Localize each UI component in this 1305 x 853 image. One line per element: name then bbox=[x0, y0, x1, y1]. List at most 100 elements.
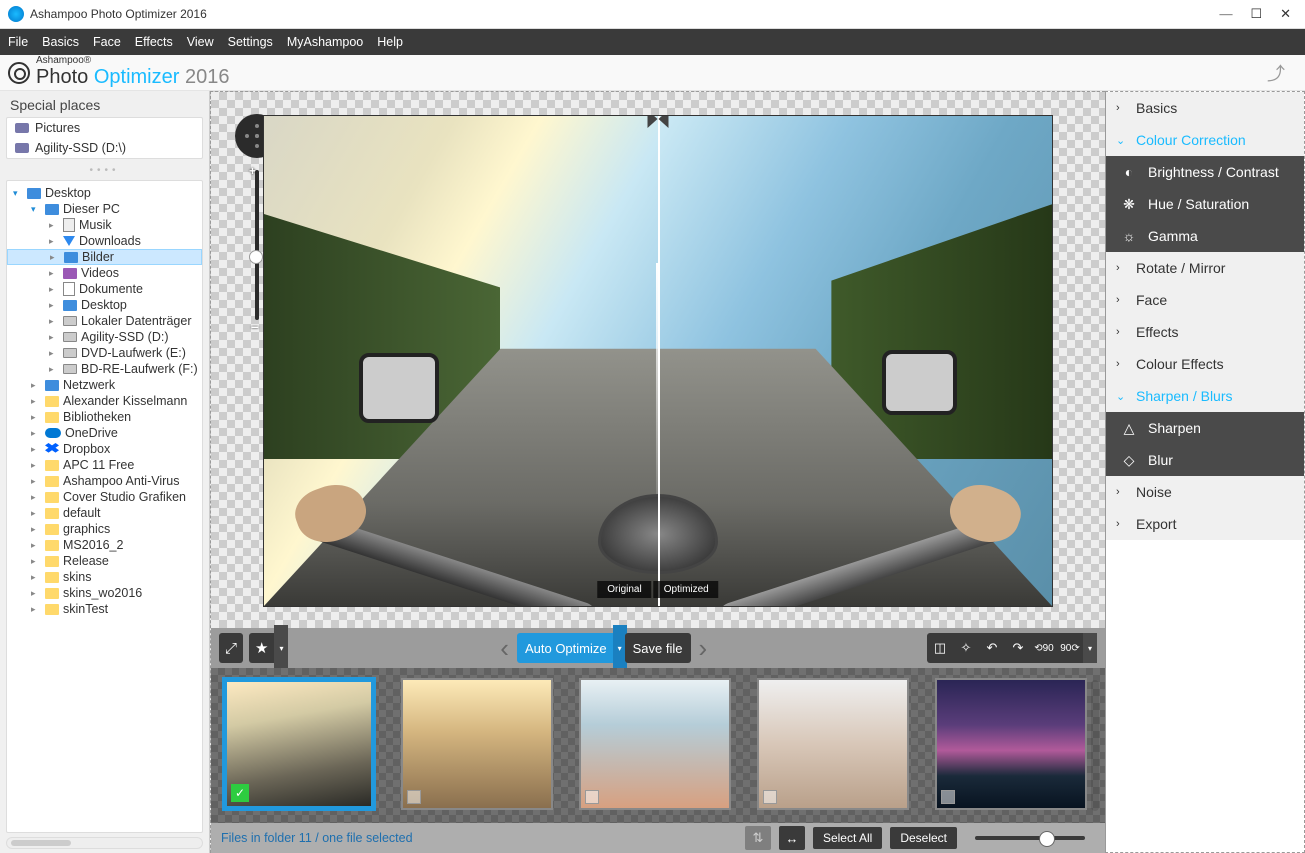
zoom-slider-thumb[interactable] bbox=[249, 250, 263, 264]
menu-settings[interactable]: Settings bbox=[228, 35, 273, 49]
sort-asc-button[interactable]: ⇅ bbox=[745, 826, 771, 850]
tree-item[interactable]: ▸default bbox=[7, 505, 202, 521]
caret-icon[interactable]: ▾ bbox=[31, 204, 41, 215]
caret-icon[interactable]: ▸ bbox=[49, 236, 59, 247]
tree-item[interactable]: ▸skins_wo2016 bbox=[7, 585, 202, 601]
caret-icon[interactable]: ▸ bbox=[31, 412, 41, 423]
menu-file[interactable]: File bbox=[8, 35, 28, 49]
undo-icon[interactable]: ↶ bbox=[979, 640, 1005, 656]
fit-width-button[interactable]: ↔ bbox=[779, 826, 805, 850]
tree-item[interactable]: ▸OneDrive bbox=[7, 425, 202, 441]
menu-basics[interactable]: Basics bbox=[42, 35, 79, 49]
quick-tools-dropdown-icon[interactable]: ▾ bbox=[1083, 633, 1097, 663]
thumbnail[interactable] bbox=[935, 678, 1087, 810]
caret-icon[interactable]: ▾ bbox=[13, 188, 23, 199]
menu-effects[interactable]: Effects bbox=[135, 35, 173, 49]
tree-item[interactable]: ▸Netzwerk bbox=[7, 377, 202, 393]
rotate-right-icon[interactable]: 90⟳ bbox=[1057, 643, 1083, 654]
checkbox-icon[interactable] bbox=[941, 790, 955, 804]
panel-section[interactable]: ›Colour Effects bbox=[1106, 348, 1304, 380]
tree-item[interactable]: ▾Desktop bbox=[7, 185, 202, 201]
deselect-button[interactable]: Deselect bbox=[890, 827, 957, 849]
caret-icon[interactable]: ▸ bbox=[31, 540, 41, 551]
tree-item[interactable]: ▸APC 11 Free bbox=[7, 457, 202, 473]
caret-icon[interactable]: ▸ bbox=[31, 524, 41, 535]
panel-subitem[interactable]: △Sharpen bbox=[1106, 412, 1304, 444]
compare-handle-icon[interactable] bbox=[648, 115, 669, 128]
favorite-button[interactable]: ★▾ bbox=[249, 633, 280, 663]
panel-section[interactable]: ›Noise bbox=[1106, 476, 1304, 508]
caret-icon[interactable]: ▸ bbox=[31, 508, 41, 519]
tree-item[interactable]: ▸Lokaler Datenträger bbox=[7, 313, 202, 329]
filmstrip-scrollbar[interactable] bbox=[1091, 680, 1099, 811]
panel-section[interactable]: ›Face bbox=[1106, 284, 1304, 316]
rotate-left-icon[interactable]: ⟲90 bbox=[1031, 643, 1057, 654]
fullscreen-button[interactable]: ⤢ bbox=[219, 633, 243, 663]
checkbox-icon[interactable] bbox=[407, 790, 421, 804]
thumbnail[interactable]: ✓ bbox=[223, 678, 375, 810]
menu-face[interactable]: Face bbox=[93, 35, 121, 49]
tree-item[interactable]: ▸Dropbox bbox=[7, 441, 202, 457]
tree-item[interactable]: ▸Musik bbox=[7, 217, 202, 233]
zoom-slider-rail[interactable] bbox=[255, 170, 259, 320]
tree-item[interactable]: ▸graphics bbox=[7, 521, 202, 537]
caret-icon[interactable]: ▸ bbox=[31, 588, 41, 599]
panel-section[interactable]: ⌄Sharpen / Blurs bbox=[1106, 380, 1304, 412]
checkbox-icon[interactable] bbox=[585, 790, 599, 804]
tree-item[interactable]: ▸Release bbox=[7, 553, 202, 569]
caret-icon[interactable]: ▸ bbox=[49, 220, 59, 231]
photo-preview[interactable]: Original Optimized bbox=[263, 115, 1053, 607]
save-file-button[interactable]: Save file bbox=[625, 633, 691, 663]
caret-icon[interactable]: ▸ bbox=[31, 428, 41, 439]
compare-divider[interactable] bbox=[658, 116, 660, 606]
folder-tree[interactable]: ▾Desktop▾Dieser PC▸Musik▸Downloads▸Bilde… bbox=[6, 180, 203, 833]
favorite-dropdown-icon[interactable]: ▾ bbox=[274, 625, 288, 671]
caret-icon[interactable]: ▸ bbox=[49, 268, 59, 279]
tree-item[interactable]: ▸Desktop bbox=[7, 297, 202, 313]
caret-icon[interactable]: ▸ bbox=[49, 364, 59, 375]
menu-myashampoo[interactable]: MyAshampoo bbox=[287, 35, 363, 49]
tree-item[interactable]: ▸MS2016_2 bbox=[7, 537, 202, 553]
caret-icon[interactable]: ▸ bbox=[31, 380, 41, 391]
tree-item[interactable]: ▸skinTest bbox=[7, 601, 202, 617]
tree-item[interactable]: ▸Agility-SSD (D:) bbox=[7, 329, 202, 345]
close-button[interactable]: ✕ bbox=[1280, 6, 1291, 22]
auto-optimize-button[interactable]: Auto Optimize▾ bbox=[517, 633, 619, 663]
share-icon[interactable]: ⤴ bbox=[1267, 60, 1285, 86]
caret-icon[interactable]: ▸ bbox=[31, 396, 41, 407]
redo-icon[interactable]: ↷ bbox=[1005, 640, 1031, 656]
place-item[interactable]: Agility-SSD (D:\) bbox=[7, 138, 202, 158]
panel-section[interactable]: ›Basics bbox=[1106, 92, 1304, 124]
tree-item[interactable]: ▸Ashampoo Anti-Virus bbox=[7, 473, 202, 489]
menu-help[interactable]: Help bbox=[377, 35, 403, 49]
thumb-zoom-slider[interactable] bbox=[975, 836, 1085, 840]
tree-item[interactable]: ▸Dokumente bbox=[7, 281, 202, 297]
horizontal-scrollbar[interactable] bbox=[6, 837, 203, 849]
tree-item[interactable]: ▸Bibliotheken bbox=[7, 409, 202, 425]
panel-subitem[interactable]: ❋Hue / Saturation bbox=[1106, 188, 1304, 220]
panel-section[interactable]: ›Export bbox=[1106, 508, 1304, 540]
checkbox-icon[interactable] bbox=[763, 790, 777, 804]
caret-icon[interactable]: ▸ bbox=[31, 460, 41, 471]
caret-icon[interactable]: ▸ bbox=[49, 316, 59, 327]
tree-item[interactable]: ▸Downloads bbox=[7, 233, 202, 249]
maximize-button[interactable]: ☐ bbox=[1250, 6, 1262, 22]
caret-icon[interactable]: ▸ bbox=[49, 332, 59, 343]
zoom-out-icon[interactable]: – bbox=[251, 318, 259, 334]
panel-section[interactable]: ›Rotate / Mirror bbox=[1106, 252, 1304, 284]
caret-icon[interactable]: ▸ bbox=[31, 572, 41, 583]
tree-item[interactable]: ▸Alexander Kisselmann bbox=[7, 393, 202, 409]
caret-icon[interactable]: ▸ bbox=[31, 556, 41, 567]
tree-item[interactable]: ▸BD-RE-Laufwerk (F:) bbox=[7, 361, 202, 377]
tree-item[interactable]: ▸DVD-Laufwerk (E:) bbox=[7, 345, 202, 361]
thumbnail[interactable] bbox=[401, 678, 553, 810]
tree-item[interactable]: ▸skins bbox=[7, 569, 202, 585]
tree-item[interactable]: ▸Cover Studio Grafiken bbox=[7, 489, 202, 505]
caret-icon[interactable]: ▸ bbox=[31, 604, 41, 615]
next-image-button[interactable]: › bbox=[697, 633, 710, 664]
prev-image-button[interactable]: ‹ bbox=[498, 633, 511, 664]
tree-item[interactable]: ▸Bilder bbox=[7, 249, 202, 265]
place-item[interactable]: Pictures bbox=[7, 118, 202, 138]
tree-item[interactable]: ▸Videos bbox=[7, 265, 202, 281]
select-all-button[interactable]: Select All bbox=[813, 827, 882, 849]
